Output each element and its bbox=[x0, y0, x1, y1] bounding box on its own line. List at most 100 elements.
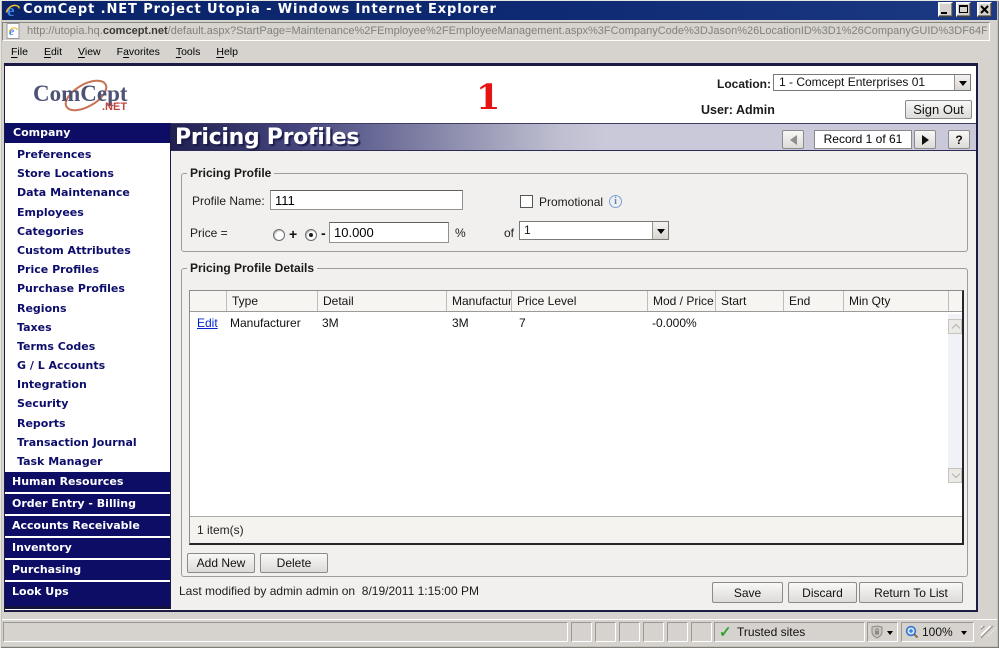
status-segment-2 bbox=[595, 622, 616, 642]
location-label: Location: bbox=[717, 77, 771, 91]
sidebar: Company PreferencesStore LocationsData Ma… bbox=[5, 123, 171, 609]
scroll-down-icon[interactable] bbox=[948, 468, 962, 483]
grid-scrollbar[interactable] bbox=[948, 314, 962, 483]
sidebar-item-custom-attributes[interactable]: Custom Attributes bbox=[5, 241, 170, 260]
status-segment-6 bbox=[691, 622, 712, 642]
sidebar-section-company[interactable]: Company bbox=[5, 123, 170, 143]
page-title-band: Pricing Profiles Record 1 of 61 ? bbox=[171, 123, 976, 151]
sidebar-item-purchase-profiles[interactable]: Purchase Profiles bbox=[5, 279, 170, 298]
zoom-dropdown-icon[interactable] bbox=[961, 631, 967, 635]
grid-header-row: TypeDetailManufacturerPrice LevelMod / P… bbox=[190, 291, 962, 312]
record-next-button[interactable] bbox=[914, 130, 936, 149]
sidebar-section-order-entry-billing[interactable]: Order Entry - Billing bbox=[5, 494, 170, 514]
pricing-profile-fieldset: Pricing Profile Profile Name: Promotiona… bbox=[181, 173, 968, 252]
sidebar-item-price-profiles[interactable]: Price Profiles bbox=[5, 260, 170, 279]
menu-file[interactable]: File bbox=[3, 43, 36, 62]
sidebar-item-reports[interactable]: Reports bbox=[5, 414, 170, 433]
pricing-profile-legend: Pricing Profile bbox=[187, 166, 274, 180]
maximize-button[interactable] bbox=[956, 2, 971, 17]
percent-label: % bbox=[455, 226, 466, 240]
status-zone-segment: ✓ Trusted sites bbox=[714, 622, 865, 642]
column-header-type: Type bbox=[226, 291, 317, 311]
price-plus-radio[interactable] bbox=[273, 229, 285, 241]
location-dropdown-arrow-icon[interactable] bbox=[954, 75, 970, 90]
sidebar-item-regions[interactable]: Regions bbox=[5, 299, 170, 318]
sidebar-item-preferences[interactable]: Preferences bbox=[5, 145, 170, 164]
sidebar-item-categories[interactable]: Categories bbox=[5, 222, 170, 241]
status-segment-3 bbox=[619, 622, 640, 642]
of-label: of bbox=[504, 226, 514, 240]
status-segment-5 bbox=[667, 622, 688, 642]
sidebar-item-terms-codes[interactable]: Terms Codes bbox=[5, 337, 170, 356]
status-message-segment bbox=[3, 622, 568, 642]
sidebar-item-taxes[interactable]: Taxes bbox=[5, 318, 170, 337]
trusted-sites-label: Trusted sites bbox=[737, 623, 805, 641]
grid-cell: Manufacturer bbox=[230, 316, 301, 330]
address-input[interactable]: e http://utopia.hq.comcept.net/default.a… bbox=[2, 22, 990, 41]
protected-mode-segment[interactable] bbox=[867, 622, 898, 642]
profile-name-input[interactable] bbox=[270, 190, 463, 210]
delete-button[interactable]: Delete bbox=[260, 553, 328, 573]
menu-tools[interactable]: Tools bbox=[168, 43, 209, 62]
next-arrow-icon bbox=[922, 135, 929, 145]
sidebar-section-human-resources[interactable]: Human Resources bbox=[5, 472, 170, 492]
sidebar-item-employees[interactable]: Employees bbox=[5, 203, 170, 222]
price-minus-radio[interactable] bbox=[305, 229, 317, 241]
promotional-label: Promotional bbox=[539, 195, 603, 209]
sign-out-button[interactable]: Sign Out bbox=[905, 100, 972, 119]
ie-icon: e bbox=[5, 2, 21, 18]
sidebar-section-inventory[interactable]: Inventory bbox=[5, 538, 170, 558]
sidebar-item-store-locations[interactable]: Store Locations bbox=[5, 164, 170, 183]
sidebar-item-security[interactable]: Security bbox=[5, 394, 170, 413]
promotional-checkbox[interactable] bbox=[520, 195, 533, 208]
pricing-profile-details-fieldset: Pricing Profile Details TypeDetailManufa… bbox=[181, 268, 968, 577]
sidebar-section-purchasing[interactable]: Purchasing bbox=[5, 560, 170, 580]
details-legend: Pricing Profile Details bbox=[187, 261, 317, 275]
info-icon[interactable]: i bbox=[609, 195, 622, 208]
trusted-check-icon: ✓ bbox=[719, 623, 732, 641]
menu-bar: FileEditViewFavoritesToolsHelp bbox=[3, 43, 995, 63]
sidebar-section-accounts-receivable[interactable]: Accounts Receivable bbox=[5, 516, 170, 536]
page-favicon-icon: e bbox=[5, 23, 21, 39]
status-segment-4 bbox=[643, 622, 664, 642]
sidebar-item-task-manager[interactable]: Task Manager bbox=[5, 452, 170, 471]
of-dropdown-arrow-icon[interactable] bbox=[652, 222, 668, 239]
of-dropdown[interactable]: 1 bbox=[519, 221, 669, 240]
sidebar-item-integration[interactable]: Integration bbox=[5, 375, 170, 394]
price-value-input[interactable] bbox=[329, 222, 449, 243]
resize-grip[interactable] bbox=[981, 626, 998, 643]
menu-view[interactable]: View bbox=[70, 43, 109, 62]
minimize-button[interactable] bbox=[938, 2, 953, 17]
prev-arrow-icon bbox=[790, 135, 797, 145]
page-content: ComCept .NET 1 Location: 1 - Comcept Ent… bbox=[4, 63, 978, 612]
zoom-segment[interactable]: 100% bbox=[901, 622, 974, 642]
details-grid: TypeDetailManufacturerPrice LevelMod / P… bbox=[189, 290, 964, 545]
discard-button[interactable]: Discard bbox=[788, 582, 857, 603]
edit-link[interactable]: Edit bbox=[197, 316, 218, 330]
location-dropdown[interactable]: 1 - Comcept Enterprises 01 bbox=[773, 74, 971, 91]
page-title: Pricing Profiles bbox=[175, 125, 359, 150]
protected-mode-dropdown-icon[interactable] bbox=[887, 631, 893, 635]
user-label: User: Admin bbox=[701, 103, 775, 117]
title-bar: e ComCept .NET Project Utopia - Windows … bbox=[2, 0, 997, 20]
record-prev-button[interactable] bbox=[782, 130, 804, 149]
sidebar-filler bbox=[5, 602, 170, 606]
column-header-end: End bbox=[783, 291, 843, 311]
menu-edit[interactable]: Edit bbox=[36, 43, 70, 62]
close-button[interactable] bbox=[977, 2, 992, 17]
sidebar-item-transaction-journal[interactable]: Transaction Journal bbox=[5, 433, 170, 452]
column-header-min-qty: Min Qty bbox=[843, 291, 948, 311]
column-header-manufacturer: Manufacturer bbox=[446, 291, 511, 311]
menu-favorites[interactable]: Favorites bbox=[109, 43, 168, 62]
add-new-button[interactable]: Add New bbox=[187, 553, 255, 573]
scroll-up-icon[interactable] bbox=[948, 319, 962, 334]
sidebar-section-look-ups[interactable]: Look Ups bbox=[5, 582, 170, 602]
return-to-list-button[interactable]: Return To List bbox=[859, 582, 963, 603]
help-button[interactable]: ? bbox=[948, 130, 970, 149]
accelerator-underline: V bbox=[78, 46, 85, 58]
menu-help[interactable]: Help bbox=[208, 43, 246, 62]
sidebar-item-data-maintenance[interactable]: Data Maintenance bbox=[5, 183, 170, 202]
save-button[interactable]: Save bbox=[712, 582, 783, 603]
sidebar-item-g-l-accounts[interactable]: G / L Accounts bbox=[5, 356, 170, 375]
location-value: 1 - Comcept Enterprises 01 bbox=[779, 75, 925, 90]
